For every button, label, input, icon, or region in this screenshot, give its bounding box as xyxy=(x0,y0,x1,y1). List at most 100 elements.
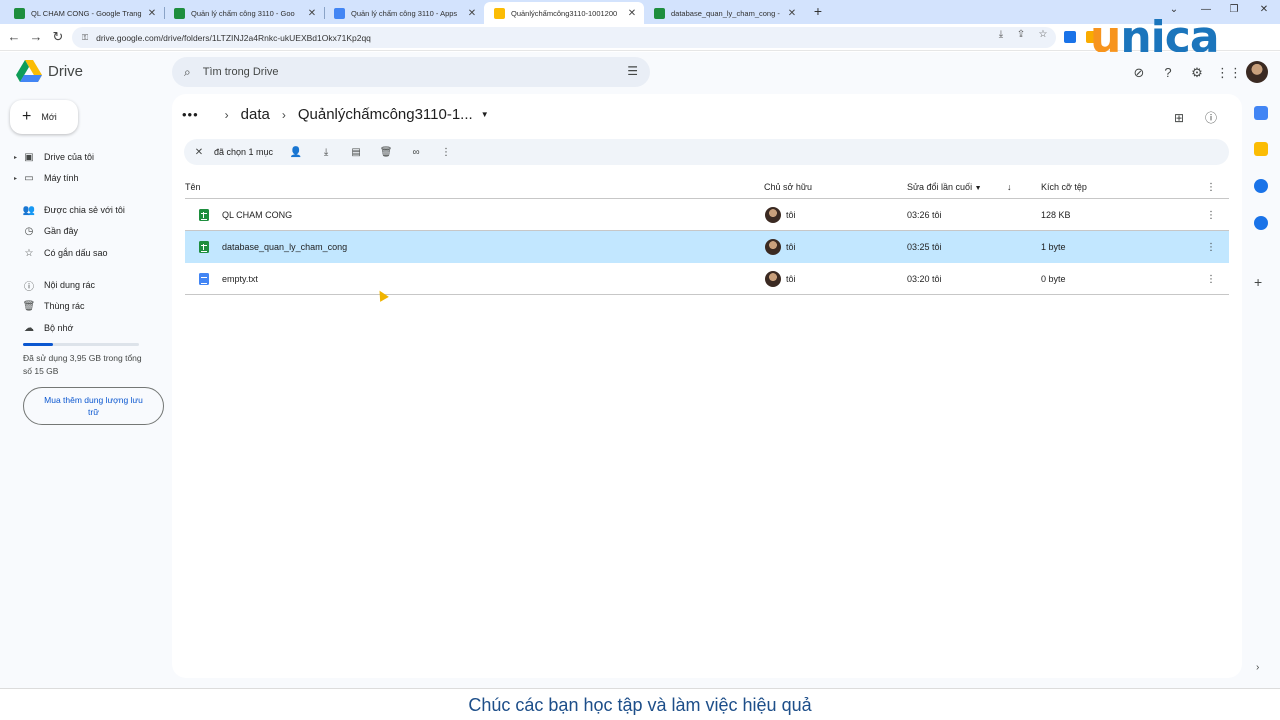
file-row[interactable]: database_quan_ly_cham_cong tôi 03:25 tôi 1 … xyxy=(185,231,1229,263)
star-icon: ☆ xyxy=(24,247,34,259)
back-button[interactable]: ← xyxy=(6,29,22,45)
column-modified-header[interactable]: Sửa đổi lần cuối ▼ xyxy=(907,182,982,192)
row-more-actions-icon[interactable]: ⋮ xyxy=(1206,210,1216,221)
more-actions-icon[interactable]: ⋮ xyxy=(431,147,461,158)
tab-close-icon[interactable]: ✕ xyxy=(146,8,158,19)
file-list-panel: ••• › data › Quảnlýchấmcông3110-1... ▼ ⊞… xyxy=(172,94,1242,678)
tab-close-icon[interactable]: ✕ xyxy=(306,8,318,19)
search-icon[interactable]: ⌕ xyxy=(184,65,191,80)
column-owner-header[interactable]: Chủ sở hữu xyxy=(764,182,812,192)
file-name: QL CHAM CONG xyxy=(222,210,293,220)
keep-icon[interactable] xyxy=(1254,142,1268,156)
share-person-icon[interactable]: 👤 xyxy=(281,147,311,158)
file-row[interactable]: empty.txt tôi 03:20 tôi 0 byte ⋮ xyxy=(185,263,1229,295)
buy-storage-button[interactable]: Mua thêm dung lượng lưu trữ xyxy=(23,387,164,425)
expand-panel-chevron-icon[interactable]: › xyxy=(1256,662,1259,673)
browser-tab[interactable]: QL CHAM CONG - Google Trang ✕ xyxy=(4,2,164,24)
tab-close-icon[interactable]: ✕ xyxy=(786,8,798,19)
spam-icon: ⓘ xyxy=(24,281,34,293)
column-name-header[interactable]: Tên xyxy=(185,182,201,192)
drive-logo-text: Drive xyxy=(48,62,84,80)
search-options-icon[interactable]: ☰ xyxy=(627,64,638,78)
new-button-label: Mới xyxy=(41,112,57,122)
search-bar[interactable]: ⌕ Tìm trong Drive ☰ xyxy=(172,57,650,87)
sidebar-item[interactable]: ▸ ▭ Máy tính xyxy=(14,169,164,187)
extension-icon[interactable] xyxy=(1064,31,1076,43)
file-modified: 03:25 tôi xyxy=(907,242,942,252)
sort-direction-arrow-icon[interactable]: ↓ xyxy=(1007,182,1012,192)
folder-dropdown-icon[interactable]: ▼ xyxy=(481,110,489,119)
forward-button[interactable]: → xyxy=(28,29,44,45)
breadcrumb-parent[interactable]: data xyxy=(241,106,270,123)
breadcrumb-separator-icon: › xyxy=(281,107,286,122)
clear-selection-icon[interactable]: ✕ xyxy=(184,147,214,158)
sidebar-item[interactable]: ⓘ Nội dung rác xyxy=(14,276,164,294)
apps-grid-icon[interactable]: ⋮⋮⋮ xyxy=(1216,64,1255,82)
file-owner: tôi xyxy=(786,242,796,252)
file-size: 128 KB xyxy=(1041,210,1071,220)
sidebar-item-label: Nội dung rác xyxy=(44,280,96,290)
expand-caret-icon[interactable]: ▸ xyxy=(14,154,22,161)
address-bar[interactable]: ⚿ drive.google.com/drive/folders/1LTZINJ… xyxy=(72,27,1056,48)
contacts-icon[interactable] xyxy=(1254,216,1268,230)
install-icon[interactable]: ⤓ xyxy=(994,28,1008,42)
restore-button[interactable]: ❐ xyxy=(1224,2,1244,18)
sidebar-item[interactable]: ◷ Gần đây xyxy=(14,222,164,240)
share-icon[interactable]: ⇪ xyxy=(1014,28,1028,42)
sidebar-item[interactable]: ▸ ▣ Drive của tôi xyxy=(14,148,164,166)
file-owner: tôi xyxy=(786,274,796,284)
sidebar-item[interactable]: ☁ Bộ nhớ xyxy=(14,319,164,337)
column-options-icon[interactable]: ⋮ xyxy=(1206,182,1216,193)
add-addon-icon[interactable]: + xyxy=(1254,274,1262,290)
new-button[interactable]: + Mới xyxy=(10,100,78,134)
download-icon[interactable]: ⤓ xyxy=(311,147,341,158)
tab-favicon-icon xyxy=(14,7,25,19)
sidebar-item-label: Drive của tôi xyxy=(44,152,95,162)
expand-caret-icon[interactable]: ▸ xyxy=(14,175,22,182)
breadcrumb-more-button[interactable]: ••• xyxy=(182,107,199,122)
delete-icon[interactable]: 🗑 xyxy=(371,147,401,158)
details-info-icon[interactable]: ⓘ xyxy=(1203,110,1219,126)
close-window-button[interactable]: ✕ xyxy=(1254,2,1274,18)
account-avatar[interactable] xyxy=(1246,61,1268,83)
tab-title: Quảnlýchấmcông3110-1001200 xyxy=(511,8,618,18)
settings-gear-icon[interactable]: ⚙ xyxy=(1188,64,1206,82)
copy-link-icon[interactable]: ∞ xyxy=(401,147,431,158)
drive-app: Drive ⌕ Tìm trong Drive ☰ ⊘ ? ⚙ ⋮⋮⋮ + Mớ… xyxy=(0,52,1280,688)
drive-logo[interactable]: Drive xyxy=(16,60,83,82)
clock-icon: ◷ xyxy=(24,225,34,237)
sidebar-item[interactable]: ☆ Có gắn dấu sao xyxy=(14,244,164,262)
tasks-icon[interactable] xyxy=(1254,179,1268,193)
reload-button[interactable]: ↻ xyxy=(50,29,66,45)
row-more-actions-icon[interactable]: ⋮ xyxy=(1206,274,1216,285)
help-icon[interactable]: ? xyxy=(1159,64,1177,82)
new-tab-button[interactable]: + xyxy=(810,3,826,19)
trash-icon: 🗑 xyxy=(22,300,36,312)
tab-strip: + ⌄ — ❐ ✕ QL CHAM CONG - Google Trang ✕ Qu… xyxy=(0,0,1280,24)
sort-dropdown-icon: ▼ xyxy=(974,185,982,192)
video-caption: Chúc các bạn học tập và làm việc hiệu qu… xyxy=(0,688,1280,720)
column-size-header[interactable]: Kích cỡ tệp xyxy=(1041,182,1087,192)
move-folder-icon[interactable]: ▤ xyxy=(341,147,371,158)
browser-tab[interactable]: database_quan_ly_cham_cong - ✕ xyxy=(644,2,804,24)
sidebar-item[interactable]: 🗑 Thùng rác xyxy=(14,297,164,315)
row-more-actions-icon[interactable]: ⋮ xyxy=(1206,242,1216,253)
tab-close-icon[interactable]: ✕ xyxy=(626,8,638,19)
tab-favicon-icon xyxy=(334,7,345,19)
file-modified: 03:20 tôi xyxy=(907,274,942,284)
status-check-icon[interactable]: ⊘ xyxy=(1130,64,1148,82)
tab-close-icon[interactable]: ✕ xyxy=(466,8,478,19)
browser-tab[interactable]: Quản lý chấm công 3110 - Apps ✕ xyxy=(324,2,484,24)
calendar-icon[interactable] xyxy=(1254,106,1268,120)
storage-progress-bar xyxy=(23,343,139,346)
browser-tab[interactable]: Quản lý chấm công 3110 - Goo ✕ xyxy=(164,2,324,24)
breadcrumb-current-folder[interactable]: Quảnlýchấmcông3110-1... xyxy=(298,106,473,123)
site-info-icon[interactable]: ⚿ xyxy=(82,33,88,43)
browser-tab[interactable]: Quảnlýchấmcông3110-1001200 ✕ xyxy=(484,2,644,24)
breadcrumb: ••• › data › Quảnlýchấmcông3110-1... ▼ xyxy=(182,106,489,123)
bookmark-star-icon[interactable]: ☆ xyxy=(1036,28,1050,42)
file-row[interactable]: QL CHAM CONG tôi 03:26 tôi 128 KB ⋮ xyxy=(185,199,1229,231)
search-input[interactable]: Tìm trong Drive xyxy=(203,66,279,78)
grid-view-icon[interactable]: ⊞ xyxy=(1171,110,1187,126)
sidebar-item[interactable]: 👥 Được chia sẻ với tôi xyxy=(14,201,164,219)
